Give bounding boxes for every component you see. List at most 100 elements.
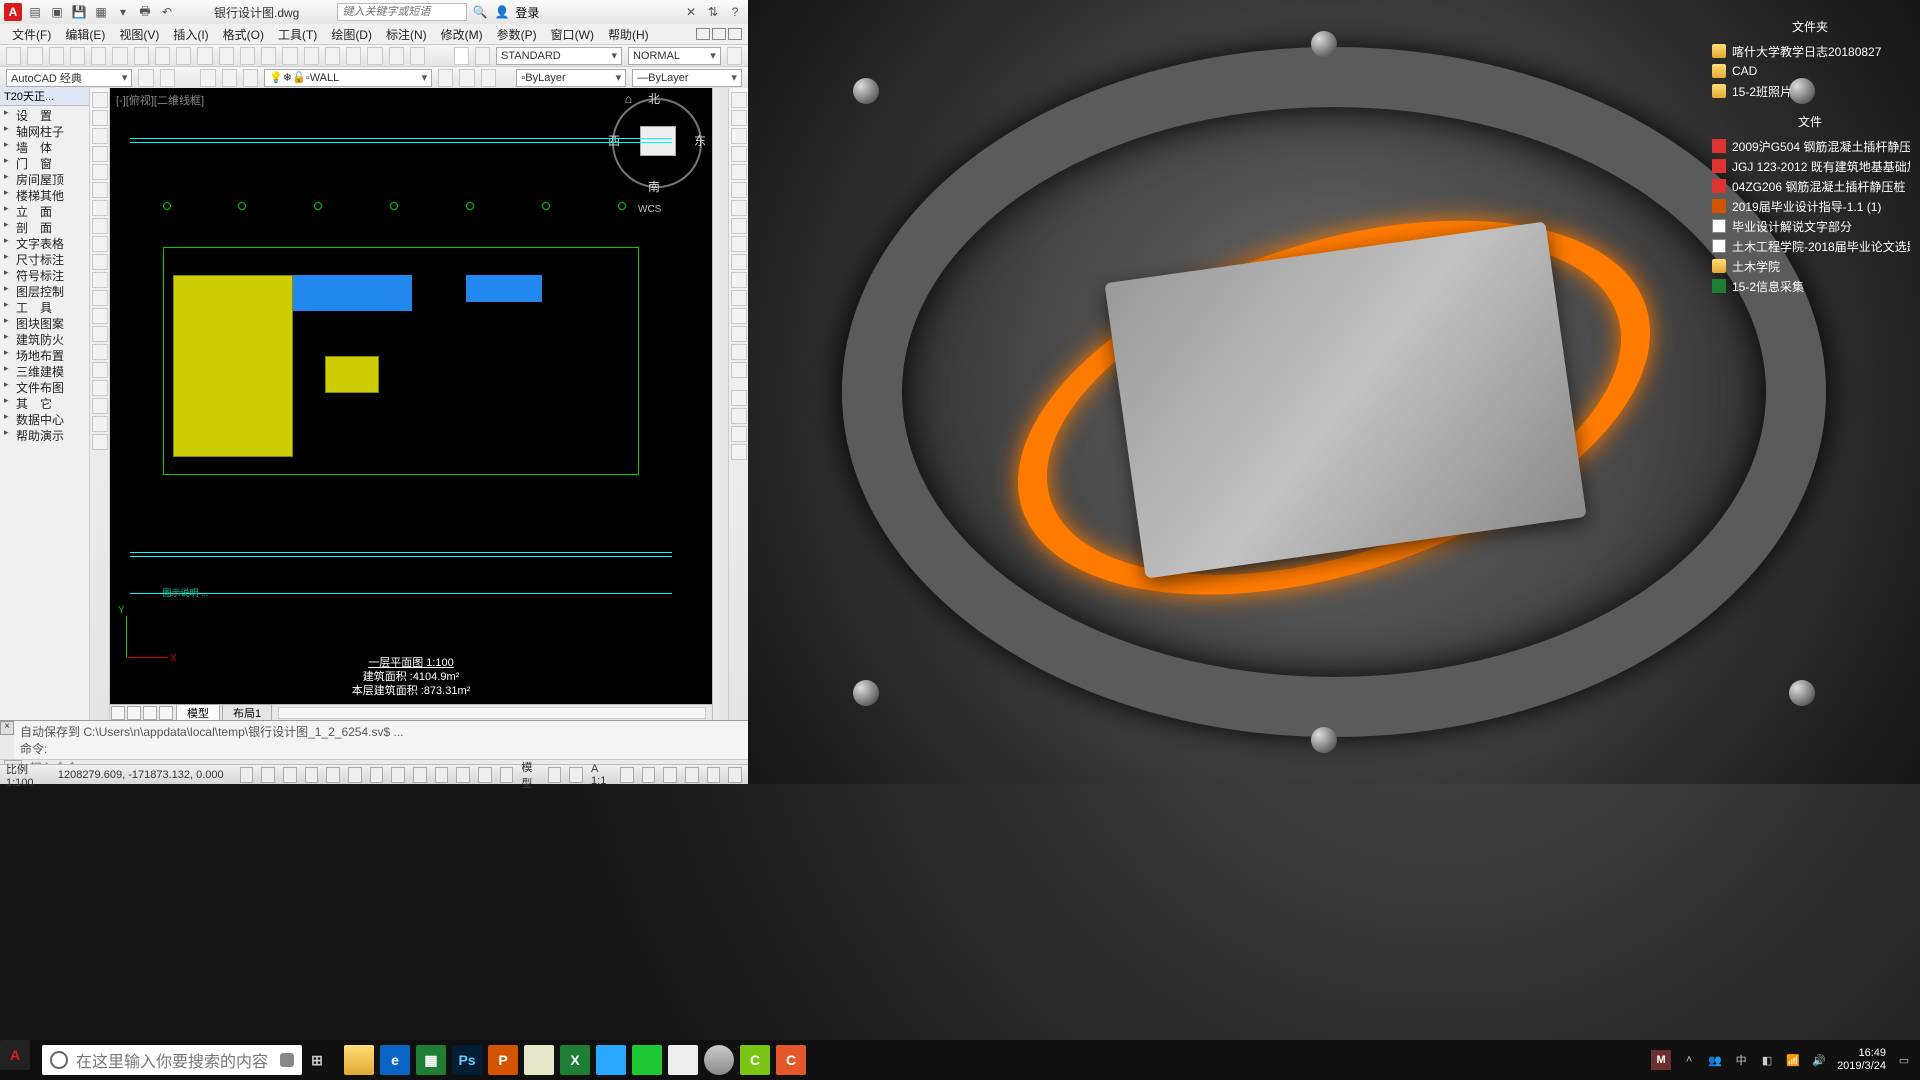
edge-icon[interactable]: e <box>380 1045 410 1075</box>
tb-zoomprev-icon[interactable] <box>282 47 297 65</box>
dyn-toggle[interactable] <box>413 767 427 783</box>
fillet-icon[interactable] <box>731 344 747 360</box>
palette-item[interactable]: 立 面 <box>0 202 89 218</box>
wechat-icon[interactable] <box>632 1045 662 1075</box>
lineweight-combo[interactable]: — ByLayer▾ <box>632 69 742 87</box>
tab-prev-icon[interactable] <box>127 706 141 720</box>
palette-item[interactable]: 其 它 <box>0 394 89 410</box>
mdi-restore-icon[interactable] <box>712 28 726 40</box>
draworder2-icon[interactable] <box>731 408 747 424</box>
tb-prop-icon[interactable] <box>304 47 319 65</box>
xline-icon[interactable] <box>92 110 108 126</box>
mirror-icon[interactable] <box>731 128 747 144</box>
tb-sheet-icon[interactable] <box>367 47 382 65</box>
layer-prev-icon[interactable] <box>438 69 453 87</box>
tpy-toggle[interactable] <box>456 767 470 783</box>
action-center-icon[interactable]: ▭ <box>1896 1052 1912 1068</box>
ellipsearc-icon[interactable] <box>92 272 108 288</box>
desktop-folder[interactable]: 15-2班照片 <box>1710 81 1910 101</box>
tray-app-icon[interactable]: M <box>1651 1050 1671 1070</box>
rect-icon[interactable] <box>92 164 108 180</box>
qp-toggle[interactable] <box>478 767 492 783</box>
help-icon[interactable]: ? <box>726 3 744 21</box>
tb-copy-icon[interactable] <box>134 47 149 65</box>
model-viewport[interactable]: [-][俯视][二维线框] ⌂ 北 南 西 东 WCS <box>110 88 712 704</box>
menu-param[interactable]: 参数(P) <box>491 26 543 43</box>
disc-icon[interactable] <box>704 1045 734 1075</box>
people-icon[interactable]: 👥 <box>1707 1052 1723 1068</box>
cmd-close-icon[interactable]: × <box>0 721 14 735</box>
tb-paste-icon[interactable] <box>155 47 170 65</box>
qat-saveas-icon[interactable]: ▦ <box>92 3 110 21</box>
desktop-file[interactable]: 毕业设计解说文字部分 <box>1710 216 1910 236</box>
tab-next-icon[interactable] <box>143 706 157 720</box>
tb-markup-icon[interactable] <box>389 47 404 65</box>
line-icon[interactable] <box>92 92 108 108</box>
help-search-input[interactable] <box>337 3 467 21</box>
app-logo-icon[interactable]: A <box>4 3 22 21</box>
menu-tools[interactable]: 工具(T) <box>272 26 323 43</box>
mic-icon[interactable] <box>280 1053 294 1067</box>
recorder-icon[interactable]: C <box>776 1045 806 1075</box>
exchange-icon[interactable]: ✕ <box>682 3 700 21</box>
layer-prop-icon[interactable] <box>200 69 215 87</box>
cleanscreen-icon[interactable] <box>728 767 742 783</box>
title-bar[interactable]: A ▤ ▣ 💾 ▦ ▾ 🖶 ↶ 银行设计图.dwg 🔍 👤 登录 ✕ ⇅ ? <box>0 0 748 24</box>
palette-item[interactable]: 工 具 <box>0 298 89 314</box>
palette-item[interactable]: 建筑防火 <box>0 330 89 346</box>
workspace-combo[interactable]: AutoCAD 经典▾ <box>6 69 132 87</box>
desktop-folder[interactable]: CAD <box>1710 61 1910 81</box>
search-icon[interactable]: 🔍 <box>471 3 489 21</box>
arc-icon[interactable] <box>92 182 108 198</box>
tb-plot-icon[interactable] <box>70 47 85 65</box>
array-icon[interactable] <box>731 164 747 180</box>
palette-item[interactable]: 文件布图 <box>0 378 89 394</box>
ellipse-icon[interactable] <box>92 254 108 270</box>
explode-icon[interactable] <box>731 362 747 378</box>
layer-freeze-icon[interactable] <box>243 69 258 87</box>
grid-toggle[interactable] <box>261 767 275 783</box>
join-icon[interactable] <box>731 308 747 324</box>
menu-file[interactable]: 文件(F) <box>6 26 57 43</box>
tray-app2-icon[interactable]: ◧ <box>1759 1052 1775 1068</box>
palette-item[interactable]: 轴网柱子 <box>0 122 89 138</box>
tab-model[interactable]: 模型 <box>176 704 220 722</box>
region-icon[interactable] <box>92 380 108 396</box>
excel-icon[interactable]: X <box>560 1045 590 1075</box>
qat-save-icon[interactable]: 💾 <box>70 3 88 21</box>
isolate-icon[interactable] <box>707 767 721 783</box>
desktop-file[interactable]: 2009沪G504 钢筋混凝土插杆静压桩 <box>1710 136 1910 156</box>
snap-toggle[interactable] <box>240 767 254 783</box>
menu-format[interactable]: 格式(O) <box>217 26 270 43</box>
textstyle-icon[interactable] <box>475 47 490 65</box>
menu-modify[interactable]: 修改(M) <box>435 26 489 43</box>
tb-tp-icon[interactable] <box>346 47 361 65</box>
layer-states-icon[interactable] <box>222 69 237 87</box>
insert-icon[interactable] <box>92 290 108 306</box>
tb-undo-icon[interactable] <box>197 47 212 65</box>
palette-item[interactable]: 三维建模 <box>0 362 89 378</box>
autocad-task-icon[interactable]: A <box>0 1040 30 1070</box>
offset-icon[interactable] <box>731 146 747 162</box>
explorer-icon[interactable] <box>344 1045 374 1075</box>
osnap-toggle[interactable] <box>326 767 340 783</box>
qat-undo-icon[interactable]: ↶ <box>158 3 176 21</box>
menu-draw[interactable]: 绘图(D) <box>325 26 378 43</box>
addsel-icon[interactable] <box>92 434 108 450</box>
palette-item[interactable]: 场地布置 <box>0 346 89 362</box>
mdi-close-icon[interactable] <box>728 28 742 40</box>
h-scrollbar[interactable] <box>278 707 706 719</box>
extend-icon[interactable] <box>731 272 747 288</box>
palette-item[interactable]: 楼梯其他 <box>0 186 89 202</box>
sc-toggle[interactable] <box>500 767 514 783</box>
stayconn-icon[interactable]: ⇅ <box>704 3 722 21</box>
menu-window[interactable]: 窗口(W) <box>545 26 600 43</box>
ws-gear-icon[interactable] <box>160 69 175 87</box>
palette-item[interactable]: 帮助演示 <box>0 426 89 442</box>
palette-item[interactable]: 图块图案 <box>0 314 89 330</box>
tb-save-icon[interactable] <box>49 47 64 65</box>
scale-label[interactable]: 比例 1:100 <box>6 761 50 789</box>
draworder-icon[interactable] <box>731 390 747 406</box>
desktop-file[interactable]: 土木工程学院-2018届毕业论文选题汇总... <box>1710 236 1910 256</box>
login-link[interactable]: 登录 <box>515 4 539 21</box>
